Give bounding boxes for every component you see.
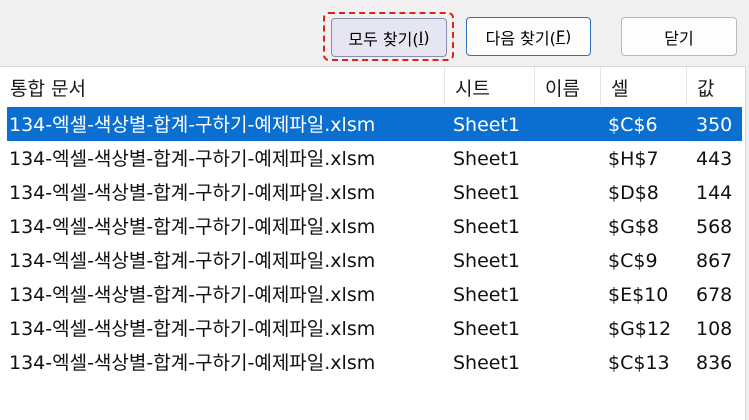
row-cell-ref: $D$8 — [608, 182, 659, 204]
row-value: 568 — [696, 216, 733, 238]
results-list[interactable]: 통합 문서 시트 이름 셀 값 134-엑셀-색상별-합계-구하기-예제파일.x… — [0, 66, 746, 420]
row-value: 443 — [696, 148, 733, 170]
row-workbook: 134-엑셀-색상별-합계-구하기-예제파일.xlsm — [9, 352, 376, 374]
find-next-button[interactable]: 다음 찾기(F) — [466, 17, 591, 56]
column-header-sheet[interactable]: 시트 — [445, 67, 535, 105]
table-row[interactable]: 134-엑셀-색상별-합계-구하기-예제파일.xlsm Sheet1 $H$7 443 — [7, 141, 742, 175]
find-all-label: 모두 찾기( — [348, 29, 419, 49]
table-row[interactable]: 134-엑셀-색상별-합계-구하기-예제파일.xlsm Sheet1 $C$13 83… — [7, 345, 742, 379]
row-workbook: 134-엑셀-색상별-합계-구하기-예제파일.xlsm — [9, 318, 376, 340]
row-sheet: Sheet1 — [453, 250, 521, 272]
row-workbook: 134-엑셀-색상별-합계-구하기-예제파일.xlsm — [9, 216, 376, 238]
row-cell-ref: $C$6 — [608, 114, 658, 136]
table-row-selected[interactable]: 134-엑셀-색상별-합계-구하기-예제파일.xlsm Sheet1 $C$6 350 — [7, 107, 742, 141]
close-button[interactable]: 닫기 — [621, 17, 737, 56]
row-sheet: Sheet1 — [453, 182, 521, 204]
column-header-workbook[interactable]: 통합 문서 — [0, 67, 445, 105]
row-cell-ref: $C$13 — [608, 352, 670, 374]
column-header-name[interactable]: 이름 — [535, 67, 601, 105]
row-value: 108 — [696, 318, 733, 340]
row-cell-ref: $G$8 — [608, 216, 659, 238]
row-workbook: 134-엑셀-색상별-합계-구하기-예제파일.xlsm — [9, 284, 376, 306]
row-value: 678 — [696, 284, 733, 306]
row-cell-ref: $G$12 — [608, 318, 672, 340]
find-next-label: 다음 찾기( — [485, 28, 556, 48]
row-cell-ref: $C$9 — [608, 250, 658, 272]
row-sheet: Sheet1 — [453, 352, 521, 374]
table-row[interactable]: 134-엑셀-색상별-합계-구하기-예제파일.xlsm Sheet1 $E$10 67… — [7, 277, 742, 311]
row-workbook: 134-엑셀-색상별-합계-구하기-예제파일.xlsm — [9, 148, 376, 170]
row-sheet: Sheet1 — [453, 148, 521, 170]
results-header: 통합 문서 시트 이름 셀 값 — [0, 67, 745, 105]
row-sheet: Sheet1 — [453, 114, 521, 136]
find-all-paren: ) — [423, 28, 430, 47]
find-next-paren: ) — [565, 27, 572, 46]
column-header-cell[interactable]: 셀 — [601, 67, 687, 105]
table-row[interactable]: 134-엑셀-색상별-합계-구하기-예제파일.xlsm Sheet1 $D$8 144 — [7, 175, 742, 209]
find-next-accesskey: F — [555, 27, 566, 46]
row-cell-ref: $H$7 — [608, 148, 659, 170]
row-workbook: 134-엑셀-색상별-합계-구하기-예제파일.xlsm — [9, 182, 376, 204]
row-sheet: Sheet1 — [453, 284, 521, 306]
find-dialog-toolbar: 모두 찾기(I) 다음 찾기(F) 닫기 — [0, 0, 749, 66]
row-value: 867 — [696, 250, 733, 272]
close-label: 닫기 — [664, 28, 694, 48]
row-cell-ref: $E$10 — [608, 284, 669, 306]
row-value: 144 — [696, 182, 733, 204]
table-row[interactable]: 134-엑셀-색상별-합계-구하기-예제파일.xlsm Sheet1 $G$8 568 — [7, 209, 742, 243]
column-header-value[interactable]: 값 — [687, 67, 745, 105]
row-workbook: 134-엑셀-색상별-합계-구하기-예제파일.xlsm — [9, 250, 376, 272]
row-sheet: Sheet1 — [453, 216, 521, 238]
table-row[interactable]: 134-엑셀-색상별-합계-구하기-예제파일.xlsm Sheet1 $C$9 867 — [7, 243, 742, 277]
row-value: 350 — [696, 114, 733, 136]
row-value: 836 — [696, 352, 733, 374]
find-all-button[interactable]: 모두 찾기(I) — [331, 18, 447, 57]
table-row[interactable]: 134-엑셀-색상별-합계-구하기-예제파일.xlsm Sheet1 $G$12 10… — [7, 311, 742, 345]
row-workbook: 134-엑셀-색상별-합계-구하기-예제파일.xlsm — [9, 114, 376, 136]
row-sheet: Sheet1 — [453, 318, 521, 340]
